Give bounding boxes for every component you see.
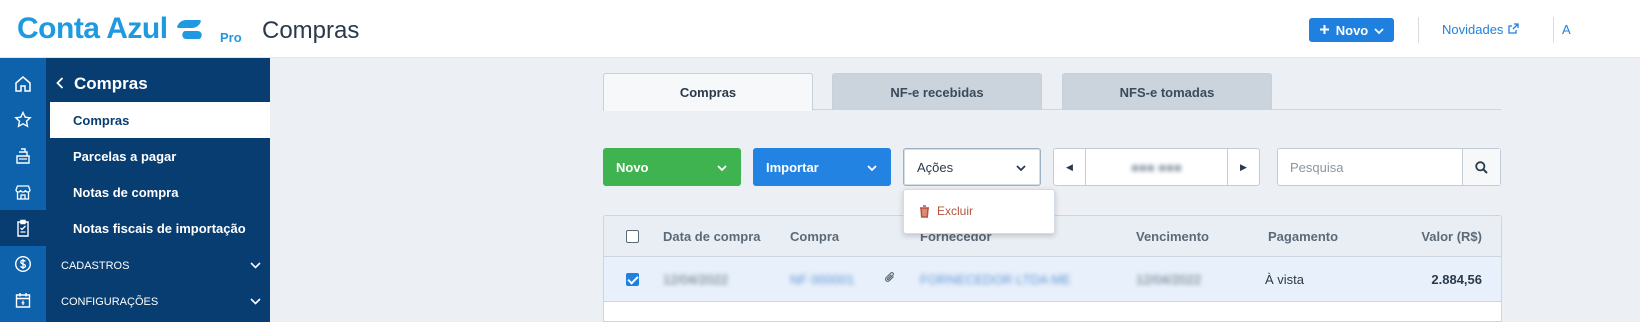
rail-purchases[interactable] bbox=[0, 210, 46, 246]
period-selector: ◀ ■■■ ■■■ ▶ bbox=[1053, 148, 1260, 186]
brand-tier: Pro bbox=[220, 30, 242, 45]
calendar-icon bbox=[15, 293, 31, 308]
tab-nfe-recebidas[interactable]: NF-e recebidas bbox=[832, 73, 1042, 110]
rail-favorites[interactable] bbox=[0, 102, 46, 138]
new-button-label: Novo bbox=[1335, 22, 1369, 38]
page-title: Compras bbox=[262, 17, 360, 44]
cell-value: 2.884,56 bbox=[1431, 272, 1482, 287]
sidebar-group-configuracoes[interactable]: CONFIGURAÇÕES bbox=[61, 296, 261, 308]
chevron-left-icon bbox=[56, 74, 64, 94]
sidebar-group-label: CADASTROS bbox=[61, 260, 130, 272]
home-icon bbox=[15, 76, 31, 92]
column-header-date[interactable]: Data de compra bbox=[663, 229, 761, 244]
sidebar-item-notas-de-compra[interactable]: Notas de compra bbox=[46, 174, 270, 210]
sidebar-item-notas-fiscais-importacao[interactable]: Notas fiscais de importação bbox=[46, 210, 270, 246]
tab-compras[interactable]: Compras bbox=[603, 73, 813, 111]
import-label: Importar bbox=[766, 159, 819, 175]
search-input[interactable] bbox=[1278, 149, 1464, 185]
side-panel: Compras Compras Parcelas a pagar Notas d… bbox=[46, 58, 270, 322]
actions-dropdown[interactable]: Ações bbox=[903, 148, 1041, 186]
chevron-down-icon bbox=[1016, 160, 1026, 175]
news-link[interactable]: Novidades bbox=[1442, 22, 1520, 37]
nav-rail bbox=[0, 58, 46, 322]
chevron-down-icon bbox=[717, 160, 727, 175]
brand-name: Conta Azul bbox=[17, 12, 168, 45]
news-link-label: Novidades bbox=[1442, 22, 1504, 37]
chevron-down-icon bbox=[867, 160, 877, 175]
cash-register-icon bbox=[16, 148, 30, 164]
new-button[interactable]: Novo bbox=[1309, 18, 1394, 42]
new-purchase-label: Novo bbox=[616, 159, 649, 175]
import-button[interactable]: Importar bbox=[753, 148, 891, 186]
tab-label: Compras bbox=[679, 85, 737, 100]
select-all-checkbox[interactable] bbox=[626, 230, 639, 243]
new-purchase-button[interactable]: Novo bbox=[603, 148, 741, 186]
rail-calendar[interactable] bbox=[0, 282, 46, 318]
sidebar-item-label: Notas fiscais de importação bbox=[73, 220, 246, 236]
sidebar-item-compras[interactable]: Compras bbox=[50, 102, 270, 138]
trash-icon bbox=[920, 204, 929, 218]
top-header: Conta Azul Pro Compras Novo Novidades A bbox=[0, 0, 1640, 58]
cell-payment: À vista bbox=[1265, 272, 1305, 287]
cell-date: 12/04/2022 bbox=[663, 272, 729, 287]
column-header-due[interactable]: Vencimento bbox=[1136, 229, 1209, 244]
rail-store[interactable] bbox=[0, 174, 46, 210]
chevron-down-icon bbox=[1374, 23, 1384, 38]
cell-supplier: FORNECEDOR LTDA ME bbox=[920, 272, 1071, 287]
external-link-icon bbox=[1508, 22, 1520, 37]
search-button[interactable] bbox=[1462, 149, 1500, 185]
chevron-down-icon bbox=[250, 260, 261, 272]
actions-menu: Excluir bbox=[903, 189, 1055, 234]
column-header-purchase[interactable]: Compra bbox=[790, 229, 839, 244]
caret-left-icon: ◀ bbox=[1066, 161, 1073, 172]
column-header-value[interactable]: Valor (R$) bbox=[1421, 229, 1482, 244]
sidebar-item-label: Compras bbox=[73, 112, 130, 128]
sidebar-group-label: CONFIGURAÇÕES bbox=[61, 296, 159, 308]
sidebar-item-label: Notas de compra bbox=[73, 184, 179, 200]
chevron-down-icon bbox=[250, 296, 261, 308]
header-more-link[interactable]: A bbox=[1562, 22, 1571, 37]
brand-mark-icon bbox=[178, 18, 202, 40]
search-icon bbox=[1475, 160, 1488, 174]
cell-due: 12/04/2022 bbox=[1136, 272, 1202, 287]
plus-icon bbox=[1319, 23, 1330, 38]
actions-label: Ações bbox=[917, 159, 954, 175]
rail-finance[interactable] bbox=[0, 246, 46, 282]
cell-purchase[interactable]: NF 000001 bbox=[790, 272, 854, 287]
caret-right-icon: ▶ bbox=[1240, 161, 1247, 172]
brand-logo[interactable]: Conta Azul bbox=[17, 12, 202, 46]
side-panel-title: Compras bbox=[74, 74, 148, 93]
store-icon bbox=[15, 185, 31, 200]
rail-sales[interactable] bbox=[0, 138, 46, 174]
tab-label: NF-e recebidas bbox=[890, 84, 984, 100]
paperclip-icon[interactable] bbox=[884, 271, 896, 289]
back-to-purchases[interactable]: Compras bbox=[56, 74, 148, 94]
previous-period-button[interactable]: ◀ bbox=[1054, 149, 1086, 185]
star-icon bbox=[14, 111, 32, 128]
tab-label: NFS-e tomadas bbox=[1119, 84, 1215, 100]
purchase-tabs: Compras NF-e recebidas NFS-e tomadas bbox=[603, 73, 1501, 111]
row-checkbox[interactable] bbox=[626, 273, 639, 286]
next-period-button[interactable]: ▶ bbox=[1227, 149, 1259, 185]
search-box bbox=[1277, 148, 1501, 186]
rail-home[interactable] bbox=[0, 66, 46, 102]
column-header-payment[interactable]: Pagamento bbox=[1268, 229, 1338, 244]
clipboard-icon bbox=[17, 219, 29, 237]
tab-nfse-tomadas[interactable]: NFS-e tomadas bbox=[1062, 73, 1272, 110]
menu-item-excluir[interactable]: Excluir bbox=[919, 204, 973, 218]
header-divider bbox=[1553, 17, 1554, 43]
header-divider bbox=[1418, 17, 1419, 43]
dollar-icon bbox=[14, 255, 32, 273]
sidebar-group-cadastros[interactable]: CADASTROS bbox=[61, 260, 261, 272]
period-value[interactable]: ■■■ ■■■ bbox=[1087, 149, 1226, 185]
table-row[interactable]: 12/04/2022 NF 000001 FORNECEDOR LTDA ME … bbox=[604, 257, 1501, 302]
sidebar-item-parcelas-a-pagar[interactable]: Parcelas a pagar bbox=[46, 138, 270, 174]
menu-item-label: Excluir bbox=[937, 204, 974, 218]
sidebar-item-label: Parcelas a pagar bbox=[73, 148, 177, 164]
